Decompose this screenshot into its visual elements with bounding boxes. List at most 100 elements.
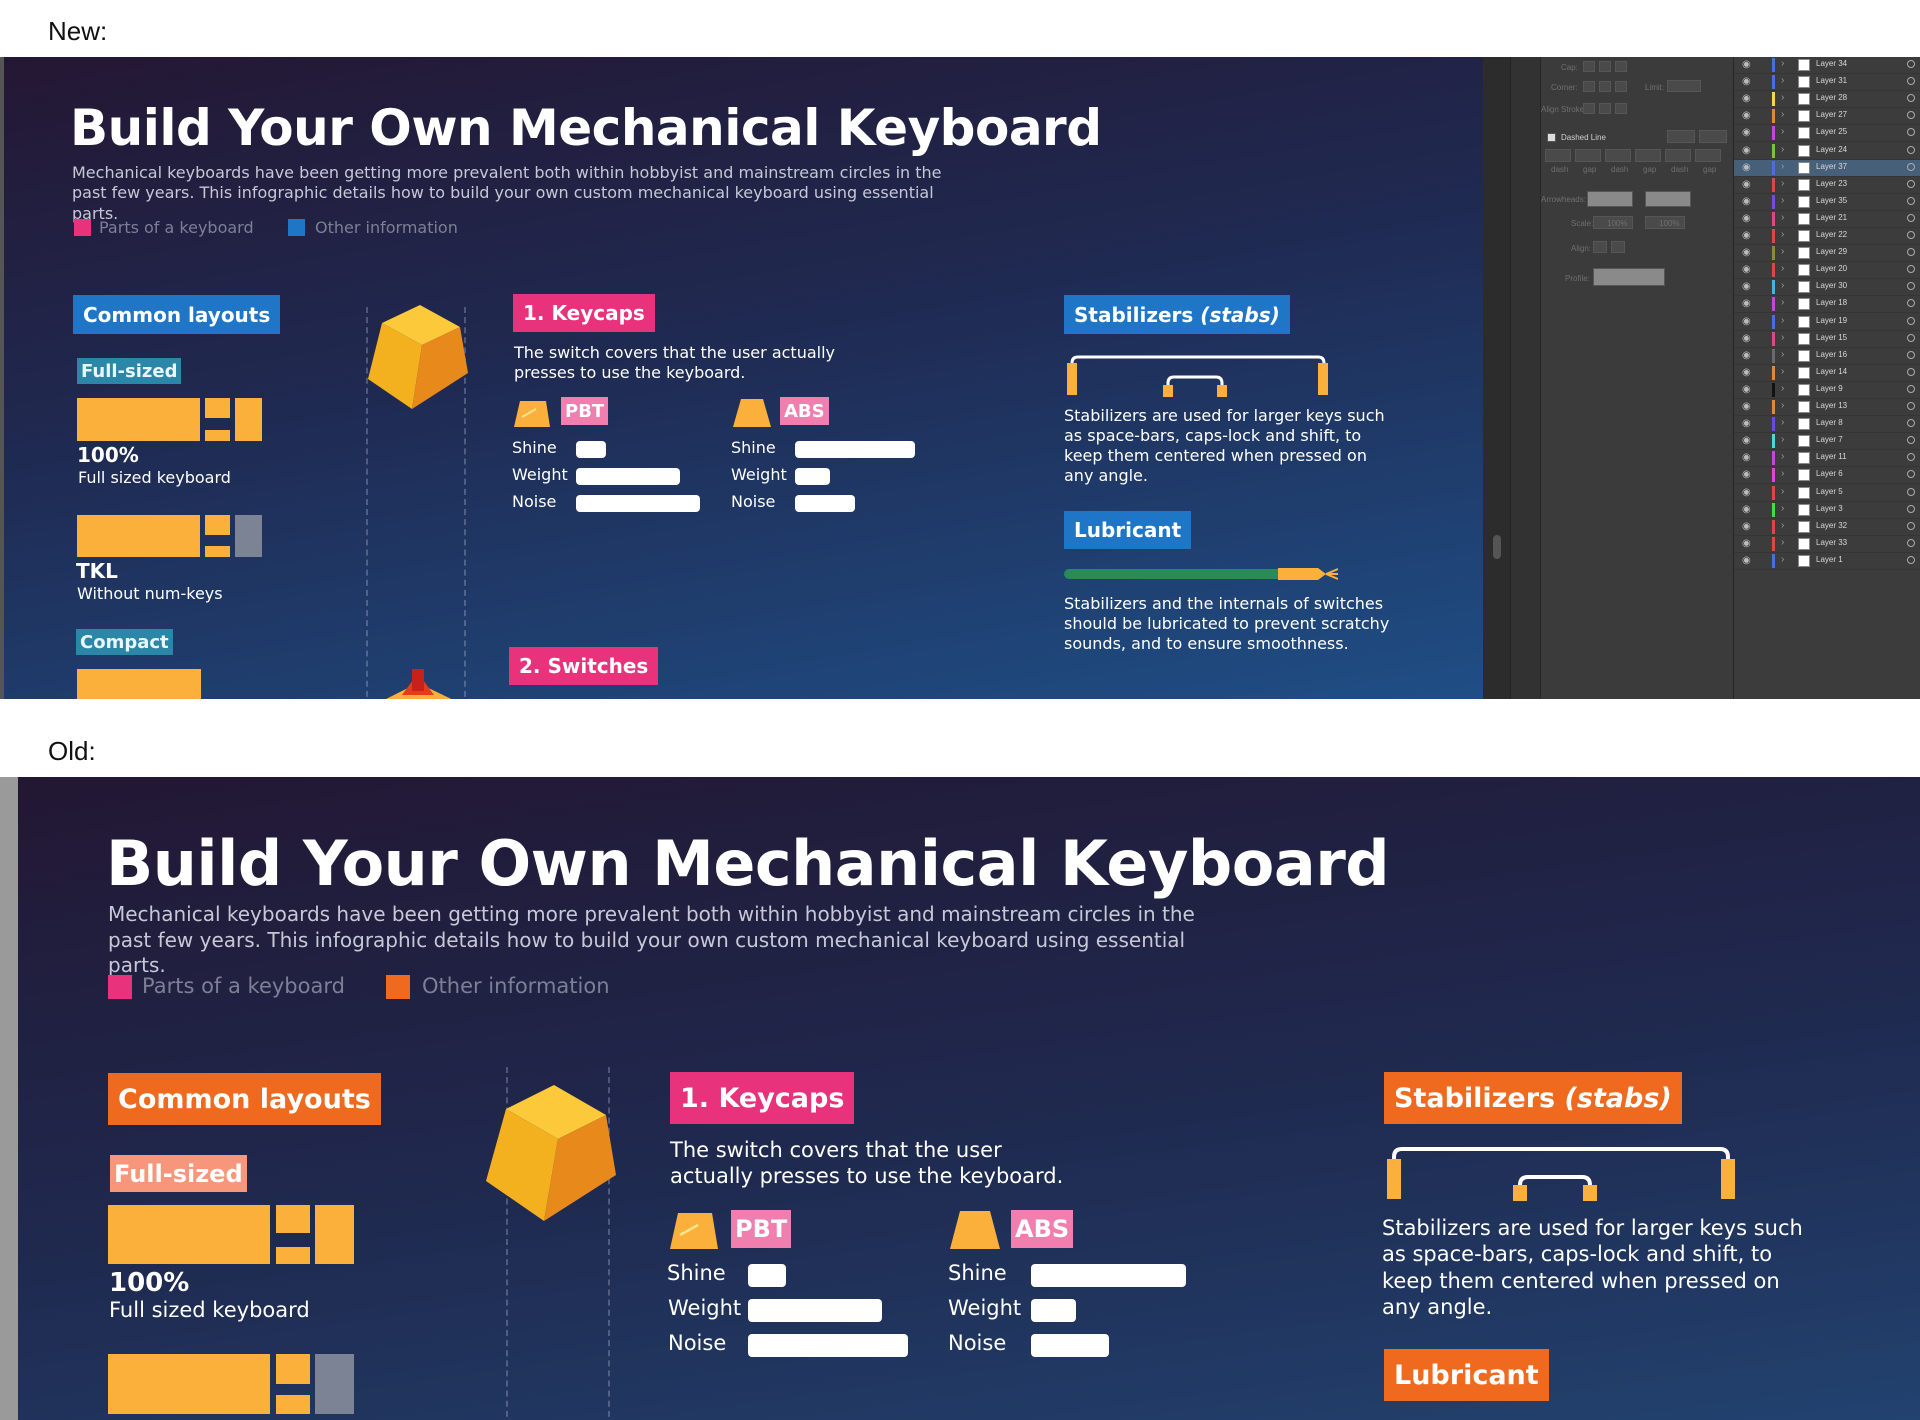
chevron-right-icon[interactable]: › xyxy=(1781,366,1784,377)
layer-row[interactable]: ◉ › Layer 35 xyxy=(1734,194,1920,211)
chevron-right-icon[interactable]: › xyxy=(1781,451,1784,462)
profile-select[interactable] xyxy=(1593,268,1665,286)
chevron-right-icon[interactable]: › xyxy=(1781,349,1784,360)
gap-input-2[interactable] xyxy=(1635,149,1661,162)
layer-target-icon[interactable] xyxy=(1907,350,1915,359)
eye-icon[interactable]: ◉ xyxy=(1742,264,1751,275)
eye-icon[interactable]: ◉ xyxy=(1742,401,1751,412)
layer-row[interactable]: ◉ › Layer 22 xyxy=(1734,228,1920,245)
limit-input[interactable] xyxy=(1667,80,1701,92)
dash-input-2[interactable] xyxy=(1605,149,1631,162)
chevron-right-icon[interactable]: › xyxy=(1781,383,1784,394)
layer-row[interactable]: ◉ › Layer 29 xyxy=(1734,245,1920,263)
layer-target-icon[interactable] xyxy=(1907,179,1915,188)
chevron-right-icon[interactable]: › xyxy=(1781,400,1784,411)
layer-target-icon[interactable] xyxy=(1907,282,1915,291)
layer-target-icon[interactable] xyxy=(1907,299,1915,308)
layer-row[interactable]: ◉ › Layer 13 xyxy=(1734,399,1920,416)
layer-row[interactable]: ◉ › Layer 25 xyxy=(1734,125,1920,143)
layer-target-icon[interactable] xyxy=(1907,470,1915,479)
layer-row[interactable]: ◉ › Layer 20 xyxy=(1734,262,1920,280)
layer-row[interactable]: ◉ › Layer 7 xyxy=(1734,433,1920,451)
layer-target-icon[interactable] xyxy=(1907,94,1915,103)
layer-target-icon[interactable] xyxy=(1907,128,1915,137)
eye-icon[interactable]: ◉ xyxy=(1742,555,1751,566)
layer-row[interactable]: ◉ › Layer 23 xyxy=(1734,177,1920,194)
layer-target-icon[interactable] xyxy=(1907,265,1915,274)
layer-row[interactable]: ◉ › Layer 6 xyxy=(1734,467,1920,485)
corner-miter-button[interactable] xyxy=(1583,81,1595,92)
chevron-right-icon[interactable]: › xyxy=(1781,229,1784,240)
layer-target-icon[interactable] xyxy=(1907,213,1915,222)
layer-target-icon[interactable] xyxy=(1907,504,1915,513)
eye-icon[interactable]: ◉ xyxy=(1742,93,1751,104)
dash-input-3[interactable] xyxy=(1665,149,1691,162)
align-inside-button[interactable] xyxy=(1599,103,1611,114)
layer-row[interactable]: ◉ › Layer 5 xyxy=(1734,485,1920,502)
eye-icon[interactable]: ◉ xyxy=(1742,281,1751,292)
layer-target-icon[interactable] xyxy=(1907,487,1915,496)
eye-icon[interactable]: ◉ xyxy=(1742,196,1751,207)
eye-icon[interactable]: ◉ xyxy=(1742,127,1751,138)
chevron-right-icon[interactable]: › xyxy=(1781,503,1784,514)
chevron-right-icon[interactable]: › xyxy=(1781,246,1784,257)
layer-target-icon[interactable] xyxy=(1907,453,1915,462)
layer-row[interactable]: ◉ › Layer 18 xyxy=(1734,296,1920,314)
layer-target-icon[interactable] xyxy=(1907,60,1915,68)
corner-round-button[interactable] xyxy=(1599,81,1611,92)
arrowhead-end-select[interactable] xyxy=(1645,191,1691,207)
eye-icon[interactable]: ◉ xyxy=(1742,504,1751,515)
chevron-right-icon[interactable]: › xyxy=(1781,554,1784,565)
layer-row[interactable]: ◉ › Layer 27 xyxy=(1734,108,1920,126)
dash-align-button[interactable] xyxy=(1699,130,1727,143)
layer-row[interactable]: ◉ › Layer 31 xyxy=(1734,74,1920,92)
layer-target-icon[interactable] xyxy=(1907,538,1915,547)
layer-row[interactable]: ◉ › Layer 37 xyxy=(1734,159,1920,177)
eye-icon[interactable]: ◉ xyxy=(1742,487,1751,498)
layer-row[interactable]: ◉ › Layer 11 xyxy=(1734,450,1920,468)
eye-icon[interactable]: ◉ xyxy=(1742,333,1751,344)
layer-target-icon[interactable] xyxy=(1907,419,1915,428)
dashed-line-checkbox[interactable] xyxy=(1547,133,1556,142)
layer-target-icon[interactable] xyxy=(1907,111,1915,120)
layer-row[interactable]: ◉ › Layer 8 xyxy=(1734,416,1920,434)
gap-input-1[interactable] xyxy=(1575,149,1601,162)
layer-target-icon[interactable] xyxy=(1907,367,1915,376)
eye-icon[interactable]: ◉ xyxy=(1742,110,1751,121)
eye-icon[interactable]: ◉ xyxy=(1742,213,1751,224)
cap-round-button[interactable] xyxy=(1599,61,1611,72)
eye-icon[interactable]: ◉ xyxy=(1742,367,1751,378)
layer-target-icon[interactable] xyxy=(1907,436,1915,445)
chevron-right-icon[interactable]: › xyxy=(1781,195,1784,206)
layer-row[interactable]: ◉ › Layer 30 xyxy=(1734,279,1920,297)
chevron-right-icon[interactable]: › xyxy=(1781,332,1784,343)
chevron-right-icon[interactable]: › xyxy=(1781,280,1784,291)
layer-target-icon[interactable] xyxy=(1907,555,1915,564)
layer-row[interactable]: ◉ › Layer 16 xyxy=(1734,348,1920,365)
layer-target-icon[interactable] xyxy=(1907,162,1915,171)
cap-square-button[interactable] xyxy=(1615,61,1627,72)
arrowhead-start-select[interactable] xyxy=(1587,191,1633,207)
eye-icon[interactable]: ◉ xyxy=(1742,145,1751,156)
layer-target-icon[interactable] xyxy=(1907,248,1915,257)
chevron-right-icon[interactable]: › xyxy=(1781,109,1784,120)
chevron-right-icon[interactable]: › xyxy=(1781,417,1784,428)
chevron-right-icon[interactable]: › xyxy=(1781,144,1784,155)
layer-target-icon[interactable] xyxy=(1907,231,1915,239)
eye-icon[interactable]: ◉ xyxy=(1742,418,1751,429)
layer-target-icon[interactable] xyxy=(1907,77,1915,86)
eye-icon[interactable]: ◉ xyxy=(1742,521,1751,532)
chevron-right-icon[interactable]: › xyxy=(1781,486,1784,497)
eye-icon[interactable]: ◉ xyxy=(1742,76,1751,87)
align-outside-button[interactable] xyxy=(1615,103,1627,114)
gap-input-3[interactable] xyxy=(1695,149,1721,162)
chevron-right-icon[interactable]: › xyxy=(1781,520,1784,531)
eye-icon[interactable]: ◉ xyxy=(1742,469,1751,480)
chevron-right-icon[interactable]: › xyxy=(1781,92,1784,103)
chevron-right-icon[interactable]: › xyxy=(1781,315,1784,326)
chevron-right-icon[interactable]: › xyxy=(1781,212,1784,223)
corner-bevel-button[interactable] xyxy=(1615,81,1627,92)
chevron-right-icon[interactable]: › xyxy=(1781,468,1784,479)
eye-icon[interactable]: ◉ xyxy=(1742,298,1751,309)
layer-row[interactable]: ◉ › Layer 33 xyxy=(1734,536,1920,553)
